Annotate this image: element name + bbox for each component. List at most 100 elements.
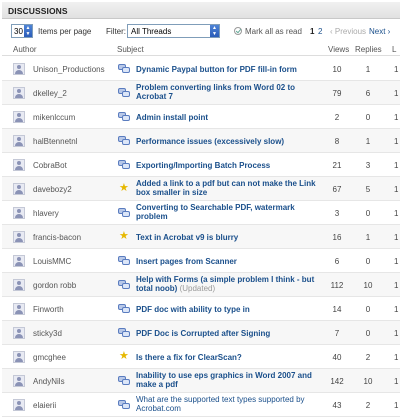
views-count: 8 <box>334 137 340 146</box>
thread-subject-link[interactable]: Added a link to a pdf but can not make t… <box>136 179 324 197</box>
avatar-icon[interactable] <box>13 303 25 315</box>
table-row: AndyNils Inability to use eps graphics in… <box>2 369 400 393</box>
mark-read-icon[interactable] <box>234 27 242 35</box>
author-link[interactable]: sticky3d <box>33 329 62 338</box>
page-link-1: 1 <box>310 27 315 36</box>
author-link[interactable]: Unison_Productions <box>33 65 105 74</box>
column-header-views[interactable]: Views <box>328 45 349 54</box>
page-link-2[interactable]: 2 <box>318 27 322 36</box>
avatar-icon[interactable] <box>13 231 25 243</box>
table-header: Author Subject Views Replies L <box>2 43 400 56</box>
avatar-icon[interactable] <box>13 183 25 195</box>
star-icon: ★ <box>119 182 129 194</box>
author-link[interactable]: halBtennetnl <box>33 137 77 146</box>
avatar-icon[interactable] <box>13 159 25 171</box>
replies-count: 10 <box>363 281 373 290</box>
avatar-icon[interactable] <box>13 63 25 75</box>
thread-subject-link[interactable]: Insert pages from Scanner <box>136 257 324 266</box>
author-link[interactable]: CobraBot <box>33 161 67 170</box>
thread-subject-link[interactable]: Admin install point <box>136 113 324 122</box>
thread-subject-link[interactable]: Performance issues (excessively slow) <box>136 137 324 146</box>
last-post-value: 1 <box>394 353 399 362</box>
last-post-value: 1 <box>394 329 399 338</box>
next-page-link[interactable]: Next › <box>369 27 390 36</box>
thread-subject-link[interactable]: Dynamic Paypal button for PDF fill-in fo… <box>136 65 324 74</box>
column-header-last[interactable]: L <box>392 45 396 54</box>
avatar-icon[interactable] <box>13 279 25 291</box>
thread-subject-link[interactable]: Converting to Searchable PDF, watermark … <box>136 203 324 221</box>
thread-subject-text: Insert pages from Scanner <box>136 257 237 266</box>
star-icon: ★ <box>119 350 129 362</box>
mark-all-read-link[interactable]: Mark all as read <box>245 27 302 36</box>
thread-subject-link[interactable]: Problem converting links from Word 02 to… <box>136 83 324 101</box>
avatar-icon[interactable] <box>13 111 25 123</box>
discussion-list: Unison_Productions Dynamic Paypal button … <box>2 57 400 417</box>
views-count: 2 <box>334 113 340 122</box>
table-row: gordon robb Help with Forms (a simple pro… <box>2 273 400 297</box>
last-post-value: 1 <box>394 233 399 242</box>
replies-count: 0 <box>365 209 371 218</box>
avatar-icon[interactable] <box>13 255 25 267</box>
replies-count: 2 <box>365 401 371 410</box>
replies-count: 0 <box>365 113 371 122</box>
thread-subject-link[interactable]: Is there a fix for ClearScan? <box>136 353 324 362</box>
discussion-icon <box>118 256 130 266</box>
author-link[interactable]: gmcghee <box>33 353 66 362</box>
replies-count: 0 <box>365 305 371 314</box>
previous-page-link: ‹ Previous <box>330 27 367 36</box>
chevron-updown-icon: ▲ ▼ <box>210 25 219 37</box>
avatar-icon[interactable] <box>13 135 25 147</box>
author-link[interactable]: francis-bacon <box>33 233 81 242</box>
thread-subject-link[interactable]: Help with Forms (a simple problem I thin… <box>136 275 324 293</box>
star-icon: ★ <box>119 230 129 242</box>
column-header-replies[interactable]: Replies <box>355 45 382 54</box>
column-header-subject[interactable]: Subject <box>117 45 144 54</box>
avatar-icon[interactable] <box>13 375 25 387</box>
discussion-icon <box>118 160 130 170</box>
table-row: gmcghee ★ Is there a fix for ClearScan? 40 2… <box>2 345 400 369</box>
updated-badge: (Updated) <box>179 284 216 293</box>
thread-subject-text: Performance issues (excessively slow) <box>136 137 285 146</box>
views-count: 67 <box>332 185 342 194</box>
thread-subject-link[interactable]: Inability to use eps graphics in Word 20… <box>136 371 324 389</box>
table-row: Unison_Productions Dynamic Paypal button … <box>2 57 400 81</box>
views-count: 7 <box>334 329 340 338</box>
author-link[interactable]: elaierii <box>33 401 56 410</box>
thread-subject-link[interactable]: Text in Acrobat v9 is blurry <box>136 233 324 242</box>
toolbar: 30 ▲ ▼ Items per page Filter: All Threads… <box>0 23 400 41</box>
table-row: halBtennetnl Performance issues (excessiv… <box>2 129 400 153</box>
views-count: 21 <box>332 161 342 170</box>
avatar-icon[interactable] <box>13 87 25 99</box>
thread-subject-text: What are the supported text types suppor… <box>136 395 305 413</box>
author-link[interactable]: dkelley_2 <box>33 89 67 98</box>
discussion-icon <box>118 400 130 410</box>
avatar-icon[interactable] <box>13 327 25 339</box>
views-count: 16 <box>332 233 342 242</box>
author-link[interactable]: mikenlccum <box>33 113 75 122</box>
author-link[interactable]: hlavery <box>33 209 59 218</box>
thread-subject-text: Admin install point <box>136 113 208 122</box>
replies-count: 1 <box>365 65 371 74</box>
last-post-value: 1 <box>394 377 399 386</box>
avatar-icon[interactable] <box>13 351 25 363</box>
thread-subject-link[interactable]: What are the supported text types suppor… <box>136 395 324 413</box>
thread-subject-link[interactable]: Exporting/Importing Batch Process <box>136 161 324 170</box>
table-row: hlavery Converting to Searchable PDF, wat… <box>2 201 400 225</box>
author-link[interactable]: Finworth <box>33 305 64 314</box>
items-per-page-select[interactable]: 30 ▲ ▼ <box>11 24 33 38</box>
thread-subject-text: Dynamic Paypal button for PDF fill-in fo… <box>136 65 297 74</box>
avatar-icon[interactable] <box>13 207 25 219</box>
author-link[interactable]: AndyNils <box>33 377 65 386</box>
author-link[interactable]: gordon robb <box>33 281 76 290</box>
table-row: francis-bacon ★ Text in Acrobat v9 is blur… <box>2 225 400 249</box>
thread-subject-link[interactable]: PDF doc with ability to type in <box>136 305 324 314</box>
discussion-icon <box>118 208 130 218</box>
thread-subject-link[interactable]: PDF Doc is Corrupted after Signing <box>136 329 324 338</box>
filter-select[interactable]: All Threads ▲ ▼ <box>127 24 220 38</box>
replies-count: 3 <box>365 161 371 170</box>
table-row: davebozy2 ★ Added a link to a pdf but can … <box>2 177 400 201</box>
author-link[interactable]: LouisMMC <box>33 257 71 266</box>
column-header-author[interactable]: Author <box>13 45 37 54</box>
avatar-icon[interactable] <box>13 399 25 411</box>
author-link[interactable]: davebozy2 <box>33 185 72 194</box>
